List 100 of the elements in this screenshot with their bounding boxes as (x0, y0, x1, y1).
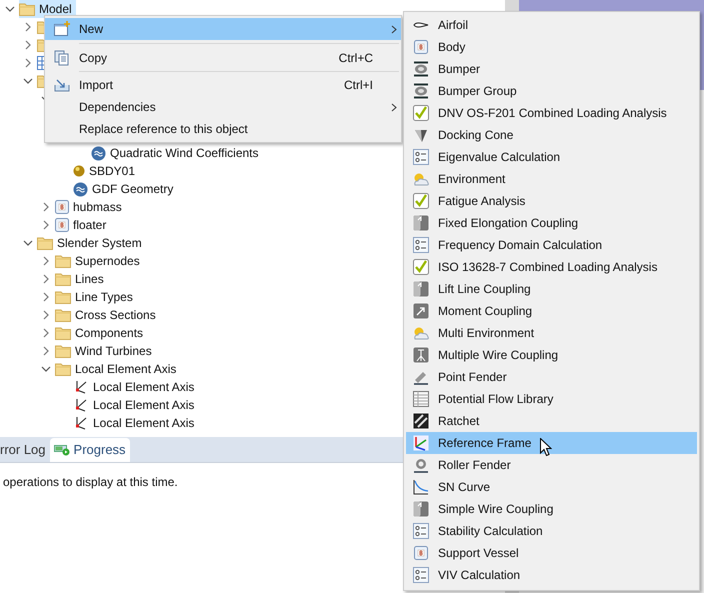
chevron-right-icon[interactable] (41, 202, 51, 212)
curve-icon (413, 479, 429, 495)
tree-item[interactable]: Slender System (57, 234, 142, 252)
menu-item-label: Dependencies (79, 99, 157, 116)
menu-item[interactable]: Simple Wire Coupling (406, 498, 697, 520)
chevron-down-icon[interactable] (5, 4, 15, 14)
progress-icon (54, 444, 70, 456)
pencil-icon (413, 369, 429, 385)
folder-icon (37, 236, 53, 250)
menu-item[interactable]: Fixed Elongation Coupling (406, 212, 697, 234)
axis-icon (73, 397, 89, 413)
tree-item[interactable]: Components (75, 324, 144, 342)
menu-item-label: Airfoil (437, 17, 468, 34)
menu-item-label: ISO 13628-7 Combined Loading Analysis (437, 259, 658, 276)
menu-item[interactable]: Bumper (406, 58, 697, 80)
menu-item[interactable]: Moment Coupling (406, 300, 697, 322)
menu-item[interactable]: Stability Calculation (406, 520, 697, 542)
coupling-icon (413, 281, 429, 297)
menu-item[interactable]: Environment (406, 168, 697, 190)
menu-item[interactable]: Ratchet (406, 410, 697, 432)
chevron-right-icon[interactable] (41, 292, 51, 302)
menu-item-label: Stability Calculation (437, 523, 543, 540)
menu-item[interactable]: Frequency Domain Calculation (406, 234, 697, 256)
shortcut-label: Ctrl+I (344, 77, 373, 94)
tree-item[interactable]: Line Types (75, 288, 133, 306)
body-icon (414, 546, 428, 560)
tree-item[interactable]: SBDY01 (89, 162, 136, 180)
body-icon (414, 40, 428, 54)
menu-item[interactable]: VIV Calculation (406, 564, 697, 586)
panel-tab[interactable]: Progress (50, 438, 130, 462)
list-icon (413, 237, 429, 253)
tree-item[interactable]: hubmass (73, 198, 122, 216)
chevron-right-icon[interactable] (41, 220, 51, 230)
menu-item[interactable]: Multiple Wire Coupling (406, 344, 697, 366)
menu-item[interactable]: Airfoil (406, 14, 697, 36)
menu-item[interactable]: Dependencies (45, 96, 401, 118)
menu-item-label: DNV OS-F201 Combined Loading Analysis (437, 105, 667, 122)
menu-item-label: Import (79, 77, 114, 94)
tree-item[interactable]: Local Element Axis (93, 396, 194, 414)
tree-item[interactable]: Model (39, 0, 72, 18)
tree-item[interactable]: Wind Turbines (75, 342, 152, 360)
menu-item-label: Bumper (437, 61, 480, 78)
menu-item[interactable]: Fatigue Analysis (406, 190, 697, 212)
chevron-right-icon[interactable] (23, 40, 33, 50)
menu-item[interactable]: ISO 13628-7 Combined Loading Analysis (406, 256, 697, 278)
menu-item[interactable]: Replace reference to this object (45, 118, 401, 140)
wire-icon (413, 347, 429, 363)
tree-item[interactable]: Local Element Axis (93, 378, 194, 396)
menu-item[interactable]: Import Ctrl+I (45, 74, 401, 96)
menu-item-label: Reference Frame (437, 435, 532, 452)
chevron-right-icon[interactable] (23, 22, 33, 32)
menu-item-label: Environment (437, 171, 506, 188)
table-icon (413, 391, 429, 407)
menu-item[interactable]: Body (406, 36, 697, 58)
chevron-down-icon[interactable] (41, 364, 51, 374)
menu-item-label: Moment Coupling (437, 303, 532, 320)
roller-icon (413, 457, 429, 473)
menu-item[interactable]: Eigenvalue Calculation (406, 146, 697, 168)
menu-item-label: Roller Fender (437, 457, 511, 474)
chevron-right-icon[interactable] (41, 256, 51, 266)
chevron-down-icon[interactable] (23, 76, 33, 86)
tree-item[interactable]: floater (73, 216, 106, 234)
wave-icon (91, 146, 106, 160)
menu-item[interactable]: Potential Flow Library (406, 388, 697, 410)
tree-item[interactable]: Quadratic Wind Coefficients (110, 144, 259, 162)
chevron-down-icon[interactable] (23, 238, 33, 248)
menu-item[interactable]: Multi Environment (406, 322, 697, 344)
tree-item[interactable]: Lines (75, 270, 104, 288)
menu-item[interactable]: Support Vessel (406, 542, 697, 564)
menu-item[interactable]: New (45, 18, 401, 40)
menu-item[interactable]: Point Fender (406, 366, 697, 388)
menu-item[interactable]: Roller Fender (406, 454, 697, 476)
wave-icon (73, 182, 88, 196)
tree-item[interactable]: Supernodes (75, 252, 140, 270)
tree-item[interactable]: Local Element Axis (75, 360, 176, 378)
menu-item-label: VIV Calculation (437, 567, 520, 584)
checkmark-icon (413, 193, 429, 209)
folder-icon (55, 290, 71, 304)
chevron-right-icon[interactable] (41, 274, 51, 284)
menu-item-label: Eigenvalue Calculation (437, 149, 560, 166)
menu-item[interactable]: Copy Ctrl+C (45, 47, 401, 69)
menu-item[interactable]: Reference Frame (406, 432, 697, 454)
menu-item-label: Body (437, 39, 466, 56)
tree-item[interactable]: GDF Geometry (92, 180, 174, 198)
menu-item[interactable]: SN Curve (406, 476, 697, 498)
chevron-right-icon[interactable] (41, 310, 51, 320)
chevron-right-icon[interactable] (41, 328, 51, 338)
chevron-right-icon[interactable] (41, 346, 51, 356)
menu-item[interactable]: Lift Line Coupling (406, 278, 697, 300)
ball-icon (73, 165, 85, 177)
selected-tree-item[interactable]: Model (19, 0, 76, 18)
panel-tab[interactable]: rror Log (0, 438, 50, 462)
chevron-right-icon[interactable] (23, 58, 33, 68)
mouse-cursor-icon (540, 438, 552, 457)
menu-item[interactable]: Docking Cone (406, 124, 697, 146)
tree-item[interactable]: Local Element Axis (93, 414, 194, 432)
tree-item[interactable]: Cross Sections (75, 306, 156, 324)
menu-item[interactable]: Bumper Group (406, 80, 697, 102)
menu-item-label: Potential Flow Library (437, 391, 554, 408)
menu-item[interactable]: DNV OS-F201 Combined Loading Analysis (406, 102, 697, 124)
